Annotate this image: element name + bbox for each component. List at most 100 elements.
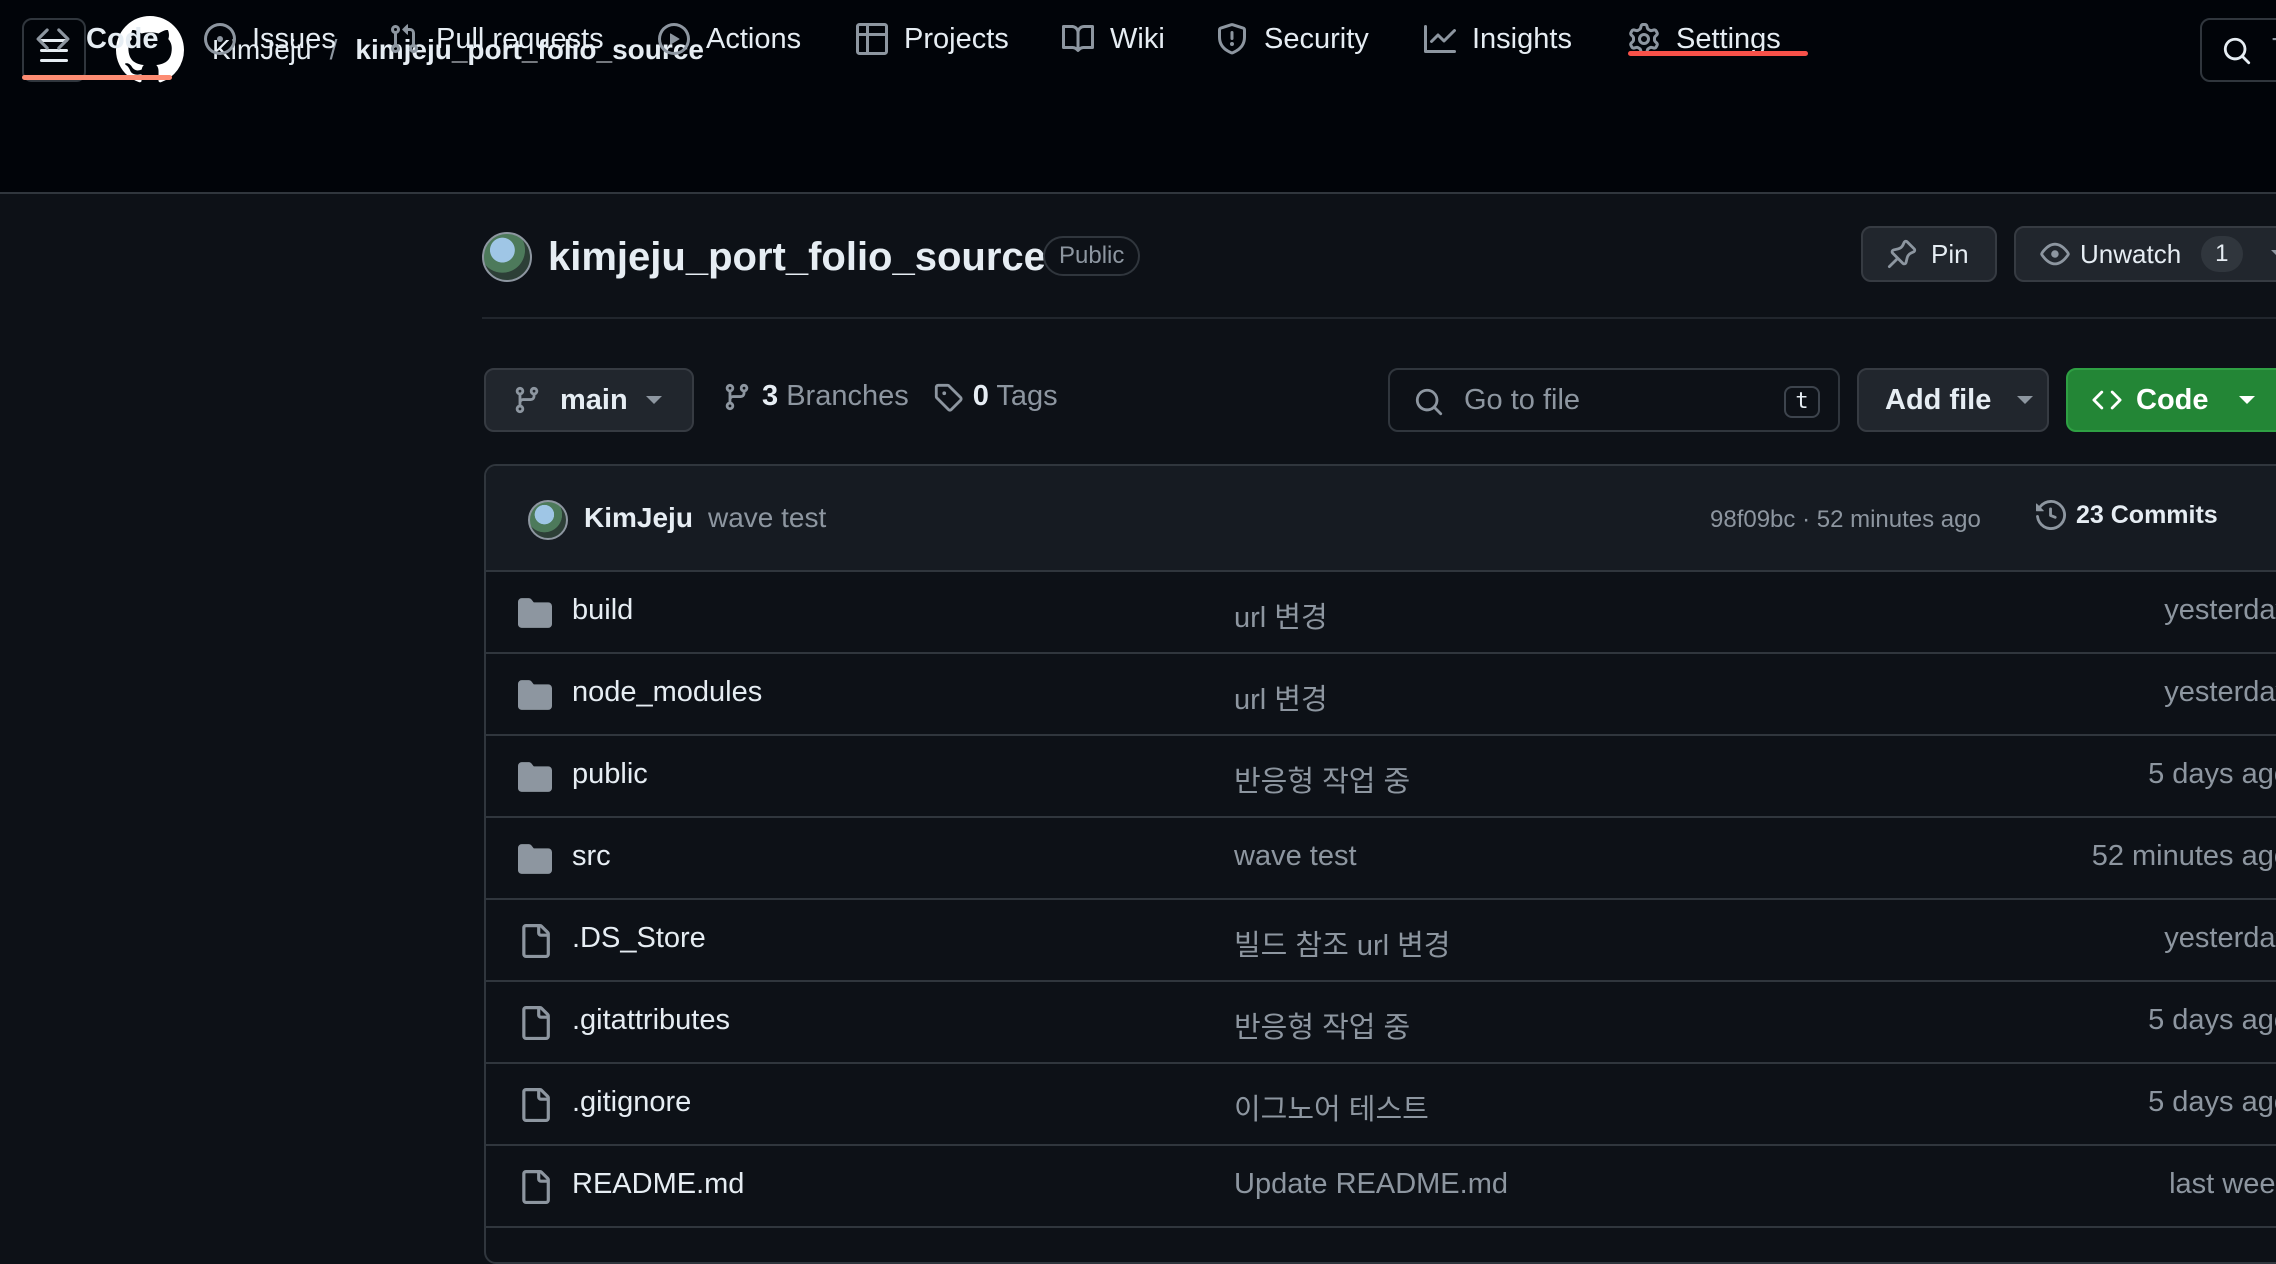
file-commit-message-link[interactable]: url 변경 (1234, 594, 1328, 636)
history-icon (2036, 500, 2066, 530)
file-commit-message-link[interactable]: 빌드 참조 url 변경 (1234, 922, 1450, 964)
file-commit-message-link[interactable]: wave test (1234, 840, 1357, 873)
file-browser: KimJeju wave test 98f09bc · 52 minutes a… (484, 464, 2276, 1264)
file-name-link[interactable]: .DS_Store (572, 922, 706, 955)
commit-author[interactable]: KimJeju (584, 502, 693, 534)
tab-label: Code (86, 23, 159, 55)
file-commit-message-link[interactable]: Update README.md (1234, 1168, 1508, 1201)
file-commit-time: yesterday (2164, 922, 2276, 954)
code-icon (2092, 390, 2122, 410)
file-icon (518, 924, 552, 963)
tab-label: Projects (904, 23, 1009, 55)
shield-icon (1218, 23, 1246, 55)
folder-icon (518, 760, 552, 799)
tab-label: Actions (706, 23, 802, 55)
tags-count: 0 (972, 380, 989, 412)
tab-label: Pull requests (436, 23, 604, 55)
commit-meta[interactable]: 98f09bc · 52 minutes ago (1710, 506, 1981, 534)
file-icon (518, 1088, 552, 1127)
tab-projects[interactable]: Projects (856, 0, 1009, 78)
tags-label: Tags (996, 380, 1058, 412)
branch-select-button[interactable]: main (484, 368, 694, 432)
pin-label: Pin (1931, 238, 1969, 269)
avatar[interactable] (528, 500, 568, 540)
file-name-link[interactable]: node_modules (572, 676, 762, 709)
table-row[interactable]: .gitattributes 반응형 작업 중 5 days ago (486, 982, 2276, 1064)
book-icon (1062, 24, 1094, 52)
commits-count-label: 23 Commits (2076, 500, 2218, 529)
chevron-down-icon (2017, 396, 2034, 404)
active-tab-underline (22, 75, 172, 80)
repo-owner-avatar[interactable] (482, 232, 532, 282)
settings-highlight-underline (1628, 51, 1808, 56)
chevron-down-icon (645, 396, 662, 404)
tab-settings[interactable]: Settings (1628, 0, 1808, 78)
code-icon (36, 28, 70, 50)
search-icon (2223, 37, 2251, 65)
tags-link[interactable]: 0 Tags (973, 380, 1058, 413)
file-commit-time: 5 days ago (2148, 1004, 2276, 1036)
tab-code[interactable]: Code (22, 0, 172, 80)
file-icon (518, 1006, 552, 1045)
table-row[interactable]: .gitignore 이그노어 테스트 5 days ago (486, 1064, 2276, 1146)
tab-pull-requests[interactable]: Pull requests (388, 0, 604, 78)
file-name-link[interactable]: build (572, 594, 633, 627)
tab-security[interactable]: Security (1216, 0, 1369, 78)
play-icon (658, 23, 690, 55)
branch-tag-stats: 3 Branches 0 Tags (722, 380, 1058, 413)
commit-message[interactable]: wave test (708, 502, 826, 534)
go-to-file-input[interactable]: Go to file t (1388, 368, 1840, 432)
tab-insights[interactable]: Insights (1424, 0, 1572, 78)
table-row[interactable]: build url 변경 yesterday (486, 572, 2276, 654)
file-name-link[interactable]: README.md (572, 1168, 744, 1201)
unwatch-label: Unwatch (2080, 238, 2182, 269)
branches-label: Branches (786, 380, 909, 412)
table-row[interactable]: public 반응형 작업 중 5 days ago (486, 736, 2276, 818)
file-commit-time: 5 days ago (2148, 1086, 2276, 1118)
folder-icon (518, 678, 552, 717)
eye-icon (2040, 242, 2070, 266)
file-commit-time: yesterday (2164, 676, 2276, 708)
watch-count: 1 (2201, 236, 2243, 272)
branch-name: main (560, 383, 628, 416)
file-commit-message-link[interactable]: url 변경 (1234, 676, 1328, 718)
global-search-button[interactable]: T (2200, 18, 2276, 82)
repo-header: KimJeju / kimjeju_port_folio_source T Co… (0, 0, 2276, 194)
table-row[interactable]: src wave test 52 minutes ago (486, 818, 2276, 900)
file-name-link[interactable]: public (572, 758, 648, 791)
file-commit-message-link[interactable]: 이그노어 테스트 (1234, 1086, 1429, 1128)
tab-wiki[interactable]: Wiki (1062, 0, 1165, 78)
pin-icon (1887, 239, 1917, 269)
commits-link[interactable]: 23 Commits (2036, 500, 2218, 530)
repo-title[interactable]: kimjeju_port_folio_source (548, 232, 1046, 282)
chevron-down-icon (2238, 396, 2255, 404)
file-commit-message-link[interactable]: 반응형 작업 중 (1234, 758, 1410, 800)
file-name-link[interactable]: src (572, 840, 611, 873)
table-icon (856, 23, 888, 55)
add-file-button[interactable]: Add file (1857, 368, 2049, 432)
file-name-link[interactable]: .gitattributes (572, 1004, 730, 1037)
visibility-badge: Public (1043, 236, 1141, 276)
table-row[interactable]: .DS_Store 빌드 참조 url 변경 yesterday (486, 900, 2276, 982)
graph-icon (1424, 25, 1456, 53)
tab-label: Wiki (1110, 23, 1165, 55)
file-icon (518, 1170, 552, 1209)
branches-link[interactable]: 3 Branches (762, 380, 909, 413)
git-branch-icon (725, 383, 749, 410)
unwatch-button[interactable]: Unwatch 1 (2014, 226, 2276, 282)
latest-commit-bar: KimJeju wave test 98f09bc · 52 minutes a… (486, 466, 2276, 572)
file-name-link[interactable]: .gitignore (572, 1086, 691, 1119)
tab-label: Issues (252, 23, 336, 55)
table-row[interactable]: node_modules url 변경 yesterday (486, 654, 2276, 736)
code-button[interactable]: Code (2066, 368, 2276, 432)
code-button-label: Code (2136, 383, 2209, 416)
tab-issues[interactable]: Issues (204, 0, 336, 78)
table-row[interactable]: README.md Update README.md last week (486, 1146, 2276, 1228)
add-file-label: Add file (1885, 383, 1992, 416)
file-commit-message-link[interactable]: 반응형 작업 중 (1234, 1004, 1410, 1046)
pin-button[interactable]: Pin (1861, 226, 1997, 282)
file-commit-time: last week (2169, 1168, 2276, 1200)
file-commit-time: 52 minutes ago (2091, 840, 2276, 872)
tab-actions[interactable]: Actions (658, 0, 801, 78)
search-icon (1415, 388, 1443, 416)
